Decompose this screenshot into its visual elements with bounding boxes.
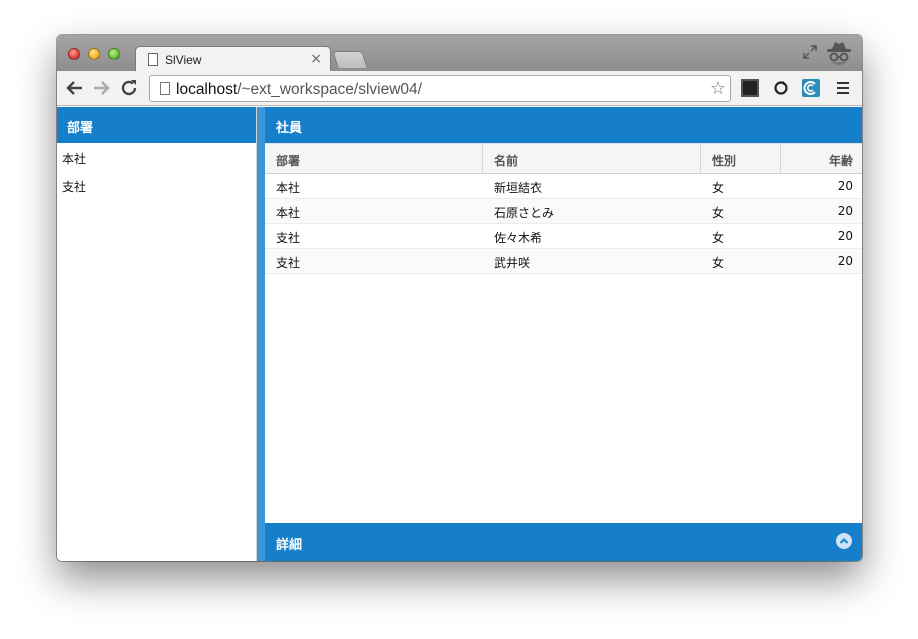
address-bar[interactable]: localhost/~ext_workspace/slview04/ ☆ <box>149 75 731 102</box>
fullscreen-icon[interactable] <box>803 45 817 59</box>
cell-age: 20 <box>837 254 853 268</box>
url-host: localhost <box>176 81 238 98</box>
page-icon <box>160 82 170 95</box>
department-panel: 部署 本社 支社 <box>57 107 257 561</box>
employee-panel-title: 社員 <box>265 107 862 143</box>
tab-close-icon[interactable]: × <box>310 51 322 67</box>
tab-title: SlView <box>165 53 202 67</box>
sync-icon[interactable] <box>772 79 790 97</box>
close-window-button[interactable] <box>68 48 80 60</box>
department-item[interactable]: 支社 <box>57 171 256 199</box>
grid-body: 本社 新垣結衣 女 20 本社 石原さとみ 女 20 支社 佐々木希 女 20 <box>265 174 862 274</box>
page-icon <box>148 53 158 66</box>
cell-name: 石原さとみ <box>494 206 555 220</box>
detail-panel-header[interactable]: 詳細 <box>265 523 862 561</box>
cell-gender: 女 <box>712 256 725 270</box>
url-path: /~ext_workspace/slview04/ <box>237 81 422 98</box>
department-item[interactable]: 本社 <box>57 143 256 171</box>
browser-window: SlView × localhost/~ext_workspace/slview… <box>57 35 862 561</box>
table-row[interactable]: 支社 佐々木希 女 20 <box>265 224 862 249</box>
reload-icon[interactable] <box>118 77 140 99</box>
terminal-icon[interactable] <box>741 79 759 97</box>
browser-tab[interactable]: SlView × <box>135 46 331 72</box>
column-header-age[interactable]: 年齢 <box>781 144 862 173</box>
extension-icon[interactable] <box>802 79 820 97</box>
new-tab-button[interactable] <box>332 51 368 68</box>
column-header-dept[interactable]: 部署 <box>265 144 483 173</box>
cell-gender: 女 <box>712 231 725 245</box>
cell-name: 武井咲 <box>494 256 531 270</box>
cell-dept: 本社 <box>276 206 301 220</box>
cell-gender: 女 <box>712 181 725 195</box>
minimize-window-button[interactable] <box>88 48 100 60</box>
title-bar: SlView × <box>57 35 862 72</box>
browser-toolbar: localhost/~ext_workspace/slview04/ ☆ <box>57 71 862 106</box>
url-text[interactable]: localhost/~ext_workspace/slview04/ <box>176 81 422 99</box>
table-row[interactable]: 本社 石原さとみ 女 20 <box>265 199 862 224</box>
panel-splitter[interactable] <box>257 107 265 561</box>
detail-panel-title: 詳細 <box>276 538 303 553</box>
expand-up-icon[interactable] <box>836 533 852 549</box>
cell-gender: 女 <box>712 206 725 220</box>
table-row[interactable]: 本社 新垣結衣 女 20 <box>265 174 862 199</box>
column-header-name[interactable]: 名前 <box>483 144 701 173</box>
department-panel-title: 部署 <box>57 107 256 143</box>
table-row[interactable]: 支社 武井咲 女 20 <box>265 249 862 274</box>
employee-panel: 社員 部署 名前 性別 年齢 本社 新垣結衣 女 20 本社 石原さとみ 女 2 <box>265 107 862 523</box>
cell-age: 20 <box>837 229 853 243</box>
menu-icon[interactable] <box>835 79 853 97</box>
cell-age: 20 <box>837 179 853 193</box>
back-arrow-icon[interactable] <box>64 77 86 99</box>
cell-name: 佐々木希 <box>494 231 543 245</box>
app-viewport: 部署 本社 支社 社員 部署 名前 性別 年齢 本社 新垣結衣 女 20 本社 … <box>57 107 862 561</box>
grid-header: 部署 名前 性別 年齢 <box>265 143 862 174</box>
forward-arrow-icon[interactable] <box>90 77 112 99</box>
incognito-icon <box>824 40 854 68</box>
star-icon[interactable]: ☆ <box>710 78 726 99</box>
column-header-gender[interactable]: 性別 <box>701 144 781 173</box>
cell-dept: 支社 <box>276 256 301 270</box>
zoom-window-button[interactable] <box>108 48 120 60</box>
cell-age: 20 <box>837 204 853 218</box>
cell-dept: 支社 <box>276 231 301 245</box>
cell-dept: 本社 <box>276 181 301 195</box>
cell-name: 新垣結衣 <box>494 181 543 195</box>
